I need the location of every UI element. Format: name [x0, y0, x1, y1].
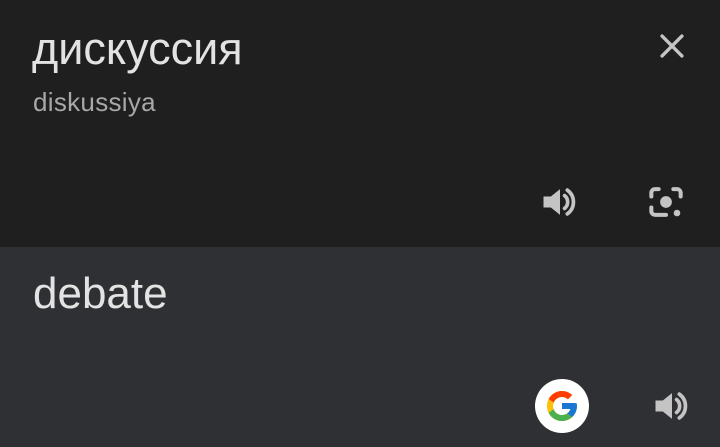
close-button[interactable]: [648, 22, 696, 70]
translation-text[interactable]: debate: [33, 267, 168, 321]
google-search-button[interactable]: [535, 379, 589, 433]
google-logo-icon: [547, 391, 577, 421]
speaker-icon: [655, 392, 688, 420]
target-panel: debate: [0, 247, 720, 447]
transliteration-text: diskussiya: [33, 87, 156, 117]
camera-lens-button[interactable]: [640, 176, 692, 228]
source-listen-button[interactable]: [534, 176, 586, 228]
translation-listen-button[interactable]: [646, 380, 698, 432]
source-text[interactable]: дискуссия: [32, 22, 243, 76]
camera-lens-icon: [649, 187, 683, 217]
source-panel: дискуссия diskussiya: [0, 0, 720, 247]
close-icon: [660, 34, 684, 58]
speaker-icon: [543, 188, 576, 216]
